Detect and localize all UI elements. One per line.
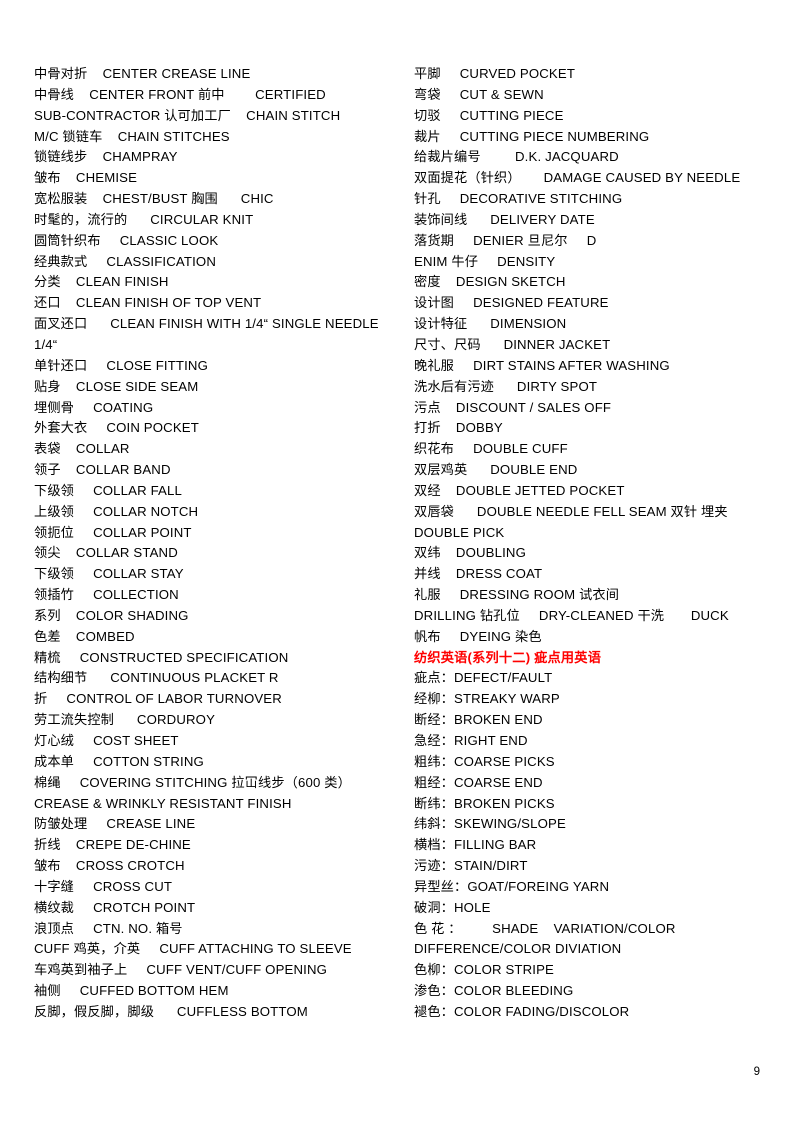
right-glossary-line: 褪色：COLOR FADING/DISCOLOR [414,1003,630,1019]
left-glossary-line: 横纹裁 CROTCH POINT [34,899,196,915]
right-glossary-line: 平脚 CURVED POCKET [414,66,576,81]
right-glossary-line: 双经 DOUBLE JETTED POCKET [414,482,625,498]
right-glossary-line: 纬斜：SKEWING/SLOPE [414,816,566,832]
right-glossary-line: 设计图 DESIGNED FEATURE [414,295,609,311]
right-glossary-line: 落货期 DENIER 旦尼尔 D [414,232,597,248]
left-glossary-line: 宽松服装 CHEST/BUST 胸围 CHIC [34,191,274,207]
right-glossary-line: 给裁片编号 D.K. JACQUARD [414,149,619,165]
left-glossary-line: 结构细节 CONTINUOUS PLACKET R [34,670,279,686]
left-glossary-line: 折线 CREPE DE-CHINE [34,837,191,853]
left-glossary-line: 单针还口 CLOSE FITTING [34,357,209,373]
right-glossary-line: 双层鸡英 DOUBLE END [414,462,578,478]
right-glossary-line: 装饰间线 DELIVERY DATE [414,211,595,227]
left-glossary-line: 劳工流失控制 CORDUROY [34,712,216,728]
left-glossary-line: 袖侧 CUFFED BOTTOM HEM [34,983,229,999]
right-glossary-line: 针孔 DECORATIVE STITCHING [414,191,623,207]
left-glossary-line: 圆筒针织布 CLASSIC LOOK [34,232,219,248]
left-glossary-line: CREASE & WRINKLY RESISTANT FINISH [34,795,292,811]
right-glossary-line: 色柳：COLOR STRIPE [414,962,555,978]
right-glossary-line: 污迹：STAIN/DIRT [414,858,528,874]
right-glossary-line: 打折 DOBBY [414,420,503,436]
left-glossary-line: 表袋 COLLAR [34,441,130,457]
left-glossary-line: 领扼位 COLLAR POINT [34,524,192,540]
right-glossary-line: DRILLING 钻孔位 DRY-CLEANED 干洗 DUCK [414,607,729,623]
left-glossary-line: 中骨对折 CENTER CREASE LINE [34,66,251,81]
right-glossary-line: 经柳：STREAKY WARP [414,691,560,707]
right-glossary-line: 色 花 ： SHADE VARIATION/COLOR DIFFERENCE/C… [414,920,680,957]
right-glossary-line: 断纬：BROKEN PICKS [414,795,555,811]
left-glossary-line: 贴身 CLOSE SIDE SEAM [34,378,199,394]
section-heading: 纺织英语(系列十二) 疵点用英语 [414,649,602,665]
left-glossary-line: 皱布 CROSS CROTCH [34,858,185,874]
right-glossary-line: 污点 DISCOUNT / SALES OFF [414,399,612,415]
left-glossary-line: 上级领 COLLAR NOTCH [34,503,199,519]
left-glossary-line: 中骨线 CENTER FRONT 前中 CERTIFIED [34,86,326,102]
page-number: 9 [753,1066,760,1078]
right-glossary-line: 洗水后有污迹 DIRTY SPOT [414,378,598,394]
right-glossary-line: 粗经：COARSE END [414,774,543,790]
right-glossary-line: 晚礼服 DIRT STAINS AFTER WASHING [414,357,670,373]
right-glossary-line: 帆布 DYEING 染色 [414,628,542,644]
two-column-layout: 中骨对折 CENTER CREASE LINE 中骨线 CENTER FRONT … [34,64,758,1023]
left-glossary-line: 时髦的，流行的 CIRCULAR KNIT [34,211,254,227]
right-glossary-line: 双面提花（针织） DAMAGE CAUSED BY NEEDLE [414,170,741,186]
right-glossary-line: 尺寸、尺码 DINNER JACKET [414,336,611,352]
left-glossary-line: 外套大衣 COIN POCKET [34,420,199,436]
right-glossary-line: 疵点：DEFECT/FAULT [414,670,553,686]
right-glossary-line: 渗色：COLOR BLEEDING [414,983,574,999]
right-glossary-line: 设计特征 DIMENSION [414,316,567,332]
right-column: 平脚 CURVED POCKET 弯袋 CUT & SEWN 切驳 CUTTING … [405,64,777,1023]
right-glossary-line: 弯袋 CUT & SEWN [414,86,544,102]
left-glossary-line: 成本单 COTTON STRING [34,753,204,769]
document-page: 中骨对折 CENTER CREASE LINE 中骨线 CENTER FRONT … [0,0,794,1123]
left-glossary-line: SUB-CONTRACTOR 认可加工厂 CHAIN STITCH [34,107,341,123]
left-glossary-line: 十字缝 CROSS CUT [34,878,173,894]
right-glossary-line: 断经：BROKEN END [414,712,543,728]
left-glossary-line: 车鸡英到袖子上 CUFF VENT/CUFF OPENING [34,962,328,978]
left-glossary-line: 领尖 COLLAR STAND [34,545,178,561]
left-glossary-line: 浪顶点 CTN. NO. 箱号 [34,920,183,936]
left-glossary-line: 分类 CLEAN FINISH [34,274,169,290]
left-glossary-line: 经典款式 CLASSIFICATION [34,253,216,269]
left-column: 中骨对折 CENTER CREASE LINE 中骨线 CENTER FRONT … [34,64,405,1023]
left-glossary-line: 防皱处理 CREASE LINE [34,816,196,832]
left-glossary-line: 系列 COLOR SHADING [34,607,189,623]
left-glossary-line: 领插竹 COLLECTION [34,587,179,603]
right-glossary-line: 破洞：HOLE [414,899,491,915]
right-glossary-line: 异型丝：GOAT/FOREING YARN [414,878,610,894]
right-glossary-line: 织花布 DOUBLE CUFF [414,441,568,457]
left-glossary-line: 锁链线步 CHAMPRAY [34,149,178,165]
left-glossary-line: 精梳 CONSTRUCTED SPECIFICATION [34,649,289,665]
right-glossary-line: 密度 DESIGN SKETCH [414,274,566,290]
right-glossary-line: 横档：FILLING BAR [414,837,537,853]
left-glossary-line: 还口 CLEAN FINISH OF TOP VENT [34,295,262,311]
left-glossary-line: 下级领 COLLAR STAY [34,566,184,582]
right-glossary-line: 切驳 CUTTING PIECE [414,107,564,123]
right-glossary-line: ENIM 牛仔 DENSITY [414,253,556,269]
right-glossary-line: 裁片 CUTTING PIECE NUMBERING [414,128,650,144]
left-glossary-line: 反脚，假反脚，脚级 CUFFLESS BOTTOM [34,1003,308,1019]
left-glossary-line: M/C 锁链车 CHAIN STITCHES [34,128,230,144]
left-glossary-line: 下级领 COLLAR FALL [34,482,182,498]
right-glossary-line: 礼服 DRESSING ROOM 试衣间 [414,587,620,603]
left-glossary-line: 皱布 CHEMISE [34,170,138,186]
right-glossary-line: 双纬 DOUBLING [414,545,527,561]
right-glossary-line: 并线 DRESS COAT [414,566,543,582]
left-glossary-line: 折 CONTROL OF LABOR TURNOVER [34,691,282,707]
left-glossary-line: 埋侧骨 COATING [34,399,154,415]
left-glossary-line: 棉绳 COVERING STITCHING 拉冚线步（600 类） [34,774,351,790]
right-glossary-line: 双唇袋 DOUBLE NEEDLE FELL SEAM 双针 埋夹 DOUBLE… [414,503,732,540]
left-glossary-line: 领子 COLLAR BAND [34,462,171,478]
right-glossary-line: 急经：RIGHT END [414,733,528,748]
left-glossary-line: 色差 COMBED [34,628,135,644]
right-glossary-line: 粗纬：COARSE PICKS [414,753,555,769]
left-glossary-line: 灯心绒 COST SHEET [34,733,179,748]
left-glossary-line: 面叉还口 CLEAN FINISH WITH 1/4“ SINGLE NEEDL… [34,316,383,352]
left-glossary-line: CUFF 鸡英，介英 CUFF ATTACHING TO SLEEVE [34,941,352,957]
